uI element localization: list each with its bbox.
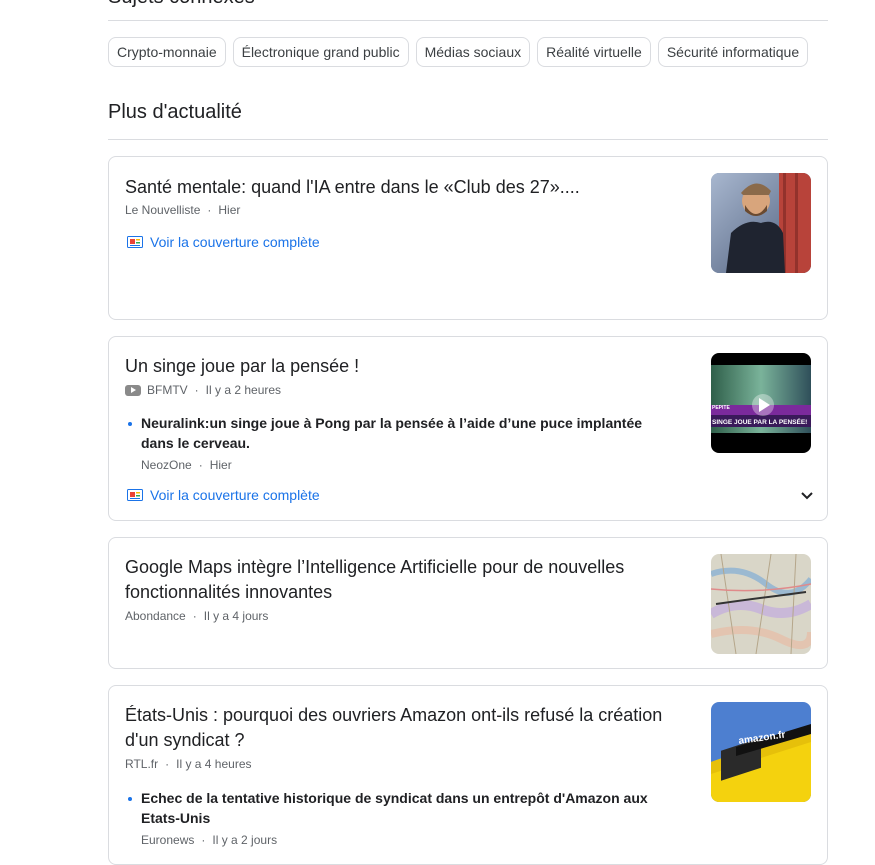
- video-thumbnail-image: PEPITE SINGE JOUE PAR LA PENSÉE!: [711, 353, 811, 453]
- map-image: [711, 554, 811, 654]
- article-source: Le Nouvelliste: [125, 203, 201, 217]
- article-title[interactable]: États-Unis : pourquoi des ouvriers Amazo…: [125, 703, 680, 753]
- article-card[interactable]: Un singe joue par la pensée ! BFMTV · Il…: [108, 336, 828, 521]
- related-source: Euronews: [141, 833, 195, 847]
- article-source: Abondance: [125, 609, 186, 623]
- article-source: BFMTV: [147, 383, 188, 397]
- article-meta: RTL.fr · Il y a 4 heures: [125, 757, 252, 771]
- full-coverage-link[interactable]: Voir la couverture complète: [127, 487, 320, 503]
- article-title[interactable]: Santé mentale: quand l'IA entre dans le …: [125, 175, 680, 200]
- article-source: RTL.fr: [125, 757, 159, 771]
- article-meta: Le Nouvelliste · Hier: [125, 203, 241, 217]
- full-coverage-icon: [127, 236, 143, 248]
- chip-electronics[interactable]: Électronique grand public: [232, 37, 409, 67]
- related-topics-title: Sujets connexes: [108, 0, 255, 9]
- article-card[interactable]: États-Unis : pourquoi des ouvriers Amazo…: [108, 685, 828, 865]
- warehouse-image: amazon.fr: [711, 702, 811, 802]
- article-card[interactable]: Google Maps intègre l’Intelligence Artif…: [108, 537, 828, 669]
- article-meta: BFMTV · Il y a 2 heures: [125, 383, 281, 397]
- full-coverage-icon: [127, 489, 143, 501]
- article-title[interactable]: Un singe joue par la pensée !: [125, 354, 680, 379]
- bullet-icon: [128, 422, 132, 426]
- person-photo-image: [711, 173, 811, 273]
- video-icon: [125, 384, 141, 396]
- article-card[interactable]: Santé mentale: quand l'IA entre dans le …: [108, 156, 828, 320]
- chip-vr[interactable]: Réalité virtuelle: [537, 37, 651, 67]
- related-source: NeozOne: [141, 458, 192, 472]
- article-time: Il y a 2 heures: [205, 383, 282, 397]
- thumb-tag: PEPITE: [712, 405, 730, 411]
- full-coverage-label: Voir la couverture complète: [150, 487, 320, 503]
- related-article-meta: Euronews · Il y a 2 jours: [141, 833, 278, 847]
- article-meta: Abondance · Il y a 4 jours: [125, 609, 269, 623]
- related-article-title[interactable]: Echec de la tentative historique de synd…: [141, 788, 671, 828]
- divider: [108, 139, 828, 140]
- article-thumbnail[interactable]: [711, 554, 811, 654]
- article-time: Il y a 4 heures: [176, 757, 252, 771]
- topic-chips: Crypto-monnaie Électronique grand public…: [108, 37, 809, 67]
- chip-social-media[interactable]: Médias sociaux: [415, 37, 531, 67]
- related-article-title[interactable]: Neuralink:un singe joue à Pong par la pe…: [141, 413, 671, 453]
- full-coverage-link[interactable]: Voir la couverture complète: [127, 234, 320, 250]
- thumb-caption: SINGE JOUE PAR LA PENSÉE!: [712, 417, 807, 426]
- article-thumbnail[interactable]: [711, 173, 811, 273]
- article-title[interactable]: Google Maps intègre l’Intelligence Artif…: [125, 555, 680, 605]
- related-time: Il y a 2 jours: [212, 833, 278, 847]
- chip-crypto[interactable]: Crypto-monnaie: [108, 37, 226, 67]
- article-time: Il y a 4 jours: [203, 609, 269, 623]
- related-article-meta: NeozOne · Hier: [141, 458, 232, 472]
- article-thumbnail[interactable]: PEPITE SINGE JOUE PAR LA PENSÉE!: [711, 353, 811, 453]
- divider: [108, 20, 828, 21]
- full-coverage-label: Voir la couverture complète: [150, 234, 320, 250]
- related-time: Hier: [209, 458, 232, 472]
- article-thumbnail[interactable]: amazon.fr: [711, 702, 811, 802]
- chevron-down-icon[interactable]: [799, 488, 815, 504]
- article-time: Hier: [218, 203, 241, 217]
- more-news-title: Plus d'actualité: [108, 101, 242, 123]
- bullet-icon: [128, 797, 132, 801]
- chip-security[interactable]: Sécurité informatique: [657, 37, 809, 67]
